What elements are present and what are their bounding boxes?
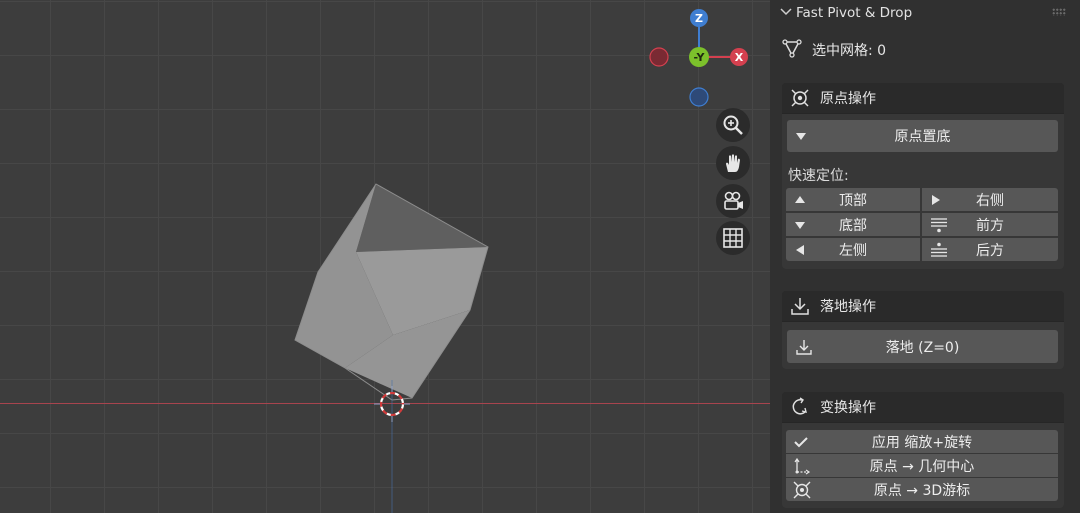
panel-header[interactable]: Fast Pivot & Drop	[780, 3, 912, 23]
left-button[interactable]: 左侧	[786, 238, 920, 261]
quick-position-label: 快速定位:	[788, 168, 849, 184]
origin-icon	[793, 478, 811, 501]
mesh-vertex-icon	[782, 38, 802, 62]
triangle-up-icon	[794, 188, 806, 211]
mesh-count-row: 选中网格: 0	[782, 38, 886, 62]
neg-x-axis-handle	[649, 47, 669, 67]
transform-section-header: 变换操作	[782, 392, 1064, 423]
triangle-left-icon	[794, 238, 806, 261]
bottom-button[interactable]: 底部	[786, 213, 920, 236]
right-button[interactable]: 右侧	[922, 188, 1058, 211]
origin-section-title: 原点操作	[820, 91, 876, 107]
drop-section-title: 落地操作	[820, 299, 876, 315]
origin-to-cursor-button[interactable]: 原点 → 3D游标	[786, 478, 1058, 501]
triangle-down-icon	[794, 213, 806, 236]
axes-icon	[793, 454, 811, 477]
top-button[interactable]: 顶部	[786, 188, 920, 211]
front-lines-icon	[930, 213, 948, 236]
origin-to-bottom-button[interactable]: 原点置底	[787, 120, 1058, 152]
origin-section-header: 原点操作	[782, 83, 1064, 114]
back-lines-icon	[930, 238, 948, 261]
cube-top-face	[356, 184, 488, 252]
panel-title: Fast Pivot & Drop	[796, 5, 913, 21]
origin-to-geometry-button[interactable]: 原点 → 几何中心	[786, 454, 1058, 477]
drop-to-ground-button[interactable]: 落地 (Z=0)	[787, 330, 1058, 363]
triangle-right-icon	[930, 188, 942, 211]
origin-icon	[791, 89, 809, 107]
download-arrow-icon	[795, 330, 813, 363]
origin-section: 原点操作 原点置底 快速定位: 顶部 右侧 底部 前方 左侧 后方	[782, 83, 1064, 269]
drop-section: 落地操作 落地 (Z=0)	[782, 291, 1064, 369]
neg-z-axis-handle	[689, 87, 709, 107]
back-button[interactable]: 后方	[922, 238, 1058, 261]
3d-viewport[interactable]: Z X -Y	[0, 0, 770, 513]
svg-text:X: X	[735, 51, 744, 64]
pan-hand-icon[interactable]	[716, 146, 750, 180]
ortho-grid-icon[interactable]	[716, 221, 750, 255]
apply-scale-rotation-button[interactable]: 应用 缩放+旋转	[786, 430, 1058, 453]
zoom-icon[interactable]	[716, 108, 750, 142]
download-arrow-icon	[791, 298, 809, 315]
camera-view-icon[interactable]	[716, 184, 750, 218]
transform-section: 变换操作 应用 缩放+旋转 原点 → 几何中心 原点 → 3D游标	[782, 392, 1064, 508]
svg-text:Z: Z	[695, 12, 703, 25]
triangle-down-icon	[795, 120, 807, 152]
transform-section-title: 变换操作	[820, 400, 876, 416]
front-button[interactable]: 前方	[922, 213, 1058, 236]
svg-text:-Y: -Y	[694, 51, 706, 64]
checkmark-icon	[793, 430, 809, 453]
drag-handle-icon[interactable]	[1052, 8, 1066, 16]
navigation-gizmo[interactable]: Z X -Y	[640, 0, 760, 115]
chevron-down-icon[interactable]	[780, 5, 792, 21]
rotate-transform-icon	[792, 397, 807, 415]
drop-section-header: 落地操作	[782, 291, 1064, 322]
mesh-count-label: 选中网格: 0	[812, 43, 887, 59]
